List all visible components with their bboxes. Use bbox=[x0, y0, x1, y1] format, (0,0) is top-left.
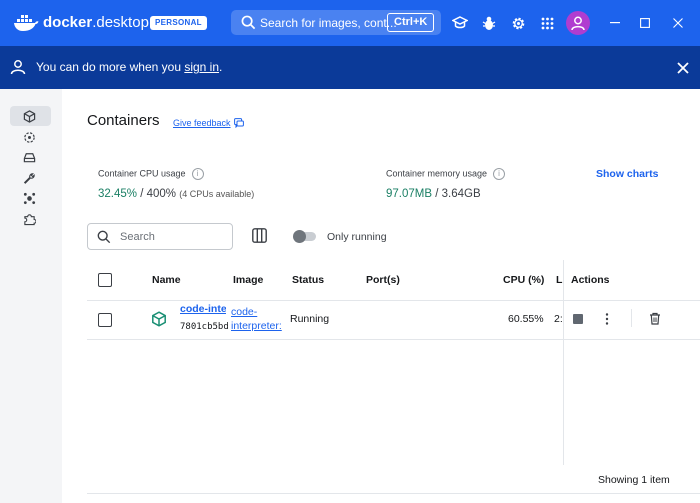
banner-text: You can do more when you sign in. bbox=[36, 60, 223, 74]
toggle-knob bbox=[293, 230, 306, 243]
containers-icon bbox=[23, 109, 36, 123]
columns-icon[interactable] bbox=[252, 228, 267, 243]
row-checkbox[interactable] bbox=[98, 313, 112, 327]
app-name: docker.desktop bbox=[43, 13, 149, 31]
close-banner-icon[interactable] bbox=[676, 61, 690, 75]
column-header-ports[interactable]: Port(s) bbox=[366, 274, 400, 286]
search-shortcut: Ctrl+K bbox=[387, 13, 435, 32]
containers-view: Containers Give feedback Container CPU u… bbox=[62, 89, 700, 503]
memory-usage-value: 97.07MB / 3.64GB bbox=[386, 188, 481, 200]
column-header-status[interactable]: Status bbox=[292, 274, 324, 286]
only-running-label: Only running bbox=[327, 231, 387, 243]
actions-column-divider bbox=[563, 260, 564, 465]
image-link-line2[interactable]: interpreter: bbox=[231, 320, 282, 332]
info-icon[interactable]: i bbox=[493, 168, 506, 180]
extensions-icon bbox=[24, 213, 36, 225]
settings-icon[interactable] bbox=[508, 13, 528, 33]
only-running-toggle[interactable] bbox=[293, 230, 316, 243]
cpu-usage-label: Container CPU usage i bbox=[98, 168, 204, 180]
docker-logo: docker.desktop bbox=[13, 12, 149, 32]
builds-icon bbox=[23, 172, 35, 184]
delete-icon[interactable] bbox=[649, 312, 661, 325]
bug-icon[interactable] bbox=[479, 13, 499, 33]
account-icon[interactable] bbox=[566, 11, 590, 35]
learn-icon[interactable] bbox=[450, 13, 470, 33]
edition-badge: PERSONAL bbox=[150, 16, 207, 30]
image-link-line1[interactable]: code- bbox=[231, 306, 257, 318]
stop-icon[interactable] bbox=[573, 314, 583, 324]
sidebar-item-extensions[interactable] bbox=[10, 209, 51, 229]
show-charts-button[interactable]: Show charts bbox=[596, 168, 658, 180]
more-options-icon[interactable] bbox=[603, 311, 611, 327]
sign-in-banner: You can do more when you sign in. bbox=[0, 46, 700, 89]
cpu-usage-value: 32.45% / 400% (4 CPUs available) bbox=[98, 188, 255, 200]
column-header-last-started[interactable]: L bbox=[556, 274, 562, 286]
header-divider bbox=[87, 300, 700, 301]
column-header-image[interactable]: Image bbox=[233, 274, 263, 286]
last-started: 2: bbox=[554, 313, 563, 325]
column-header-name[interactable]: Name bbox=[152, 274, 181, 286]
give-feedback-label[interactable]: Give feedback bbox=[173, 118, 231, 128]
volumes-icon bbox=[23, 152, 36, 162]
status-text: Running bbox=[290, 313, 330, 325]
search-placeholder: Search bbox=[120, 231, 155, 243]
container-name-link[interactable]: code-inte bbox=[180, 303, 226, 315]
column-header-cpu[interactable]: CPU (%) bbox=[503, 274, 544, 286]
cpu-percent: 60.55% bbox=[508, 313, 544, 325]
title-bar: docker.desktop PERSONAL Search for image… bbox=[0, 0, 700, 46]
images-icon bbox=[24, 131, 35, 143]
image-link[interactable]: code-interpreter: bbox=[231, 305, 287, 333]
minimize-icon[interactable] bbox=[605, 13, 625, 33]
maximize-icon[interactable] bbox=[635, 13, 655, 33]
column-header-actions: Actions bbox=[571, 274, 610, 286]
user-icon bbox=[10, 60, 26, 75]
sidebar-item-builds[interactable] bbox=[10, 168, 51, 188]
give-feedback-link[interactable]: Give feedback bbox=[173, 118, 244, 128]
select-all-checkbox[interactable] bbox=[98, 273, 112, 287]
close-window-icon[interactable] bbox=[668, 13, 688, 33]
extensions-grid-icon[interactable] bbox=[537, 13, 557, 33]
sidebar-item-images[interactable] bbox=[10, 127, 51, 147]
container-id: 7801cb5bd bbox=[180, 322, 229, 332]
search-icon bbox=[97, 230, 111, 244]
footer-divider bbox=[87, 493, 700, 494]
page-title: Containers bbox=[87, 112, 160, 129]
sidebar-item-scout[interactable] bbox=[10, 188, 51, 208]
feedback-icon bbox=[233, 118, 244, 128]
container-search-input[interactable]: Search bbox=[87, 223, 233, 250]
search-icon bbox=[241, 15, 256, 30]
sign-in-link[interactable]: sign in bbox=[184, 60, 219, 74]
scout-icon bbox=[23, 192, 36, 204]
row-divider bbox=[87, 339, 700, 340]
container-cube-icon bbox=[152, 311, 166, 327]
global-search-placeholder: Search for images, cont... bbox=[260, 16, 397, 30]
sidebar-item-containers[interactable] bbox=[10, 106, 51, 126]
memory-usage-label: Container memory usage i bbox=[386, 168, 506, 180]
docker-whale-icon bbox=[14, 15, 39, 31]
actions-divider bbox=[631, 309, 632, 327]
info-icon[interactable]: i bbox=[191, 168, 204, 180]
sidebar-item-volumes[interactable] bbox=[10, 147, 51, 167]
sidebar bbox=[0, 89, 62, 503]
item-count: Showing 1 item bbox=[598, 474, 670, 486]
